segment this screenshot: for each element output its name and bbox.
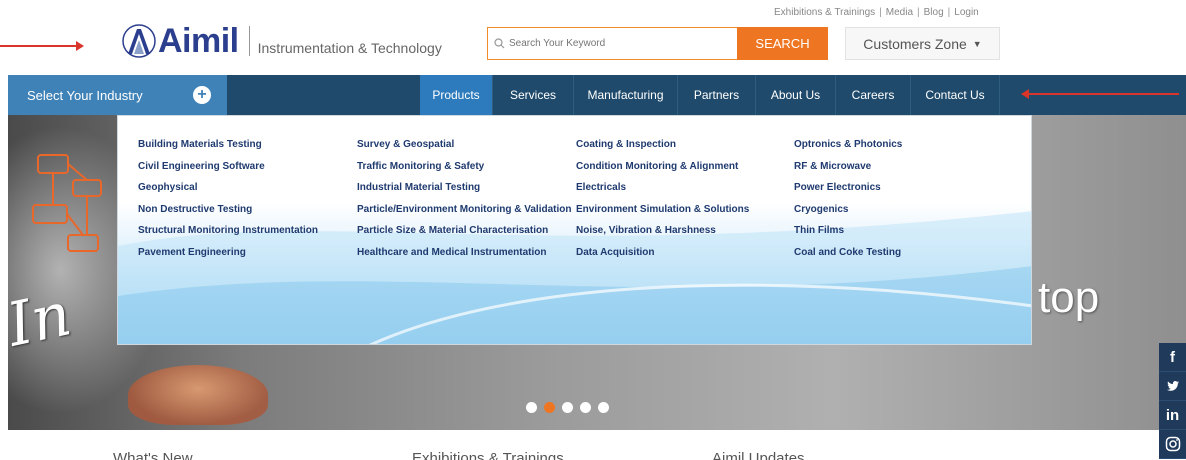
customers-zone-dropdown[interactable]: Customers Zone ▼ <box>845 27 1000 60</box>
search-bar: SEARCH <box>487 27 828 60</box>
top-links: Exhibitions & Trainings | Media | Blog | Login <box>774 7 979 18</box>
exhibitions-link[interactable]: Exhibitions & Trainings <box>774 7 875 18</box>
plus-icon[interactable]: + <box>193 86 211 104</box>
menu-item[interactable]: Environment Simulation & Solutions <box>576 204 749 226</box>
nav-about-us[interactable]: About Us <box>756 75 836 115</box>
red-arrow-annotation <box>1021 89 1179 99</box>
menu-item[interactable]: Optronics & Photonics <box>794 139 902 161</box>
slider-dot[interactable] <box>580 402 591 413</box>
separator: | <box>879 7 882 18</box>
menu-item[interactable]: Healthcare and Medical Instrumentation <box>357 247 571 269</box>
nav-partners[interactable]: Partners <box>678 75 756 115</box>
nav-products[interactable]: Products <box>420 75 493 115</box>
aimil-updates-heading: Aimil Updates <box>712 450 805 460</box>
menu-item[interactable]: RF & Microwave <box>794 161 902 183</box>
menu-item[interactable]: Noise, Vibration & Harshness <box>576 225 749 247</box>
menu-item[interactable]: Particle/Environment Monitoring & Valida… <box>357 204 571 226</box>
whats-new-heading: What's New <box>113 450 193 460</box>
logo-wordmark: Aimil <box>158 22 239 60</box>
menu-item[interactable]: Coating & Inspection <box>576 139 749 161</box>
select-industry-button[interactable]: Select Your Industry + <box>8 75 227 115</box>
linkedin-icon[interactable]: in <box>1159 401 1186 430</box>
menu-item[interactable]: Condition Monitoring & Alignment <box>576 161 749 183</box>
menu-item[interactable]: Structural Monitoring Instrumentation <box>138 225 318 247</box>
social-sidebar: f in <box>1159 343 1186 459</box>
menu-item[interactable]: Power Electronics <box>794 182 902 204</box>
menu-item[interactable]: Particle Size & Material Characterisatio… <box>357 225 571 247</box>
slider-dot[interactable] <box>544 402 555 413</box>
products-mega-menu: Building Materials Testing Civil Enginee… <box>117 115 1032 345</box>
menu-column-1: Building Materials Testing Civil Enginee… <box>138 139 318 269</box>
menu-item[interactable]: Pavement Engineering <box>138 247 318 269</box>
nav-careers[interactable]: Careers <box>836 75 911 115</box>
hero-circuit-graphic <box>32 154 102 252</box>
menu-column-2: Survey & Geospatial Traffic Monitoring &… <box>357 139 571 269</box>
hero-hand-graphic <box>128 365 268 425</box>
blog-link[interactable]: Blog <box>924 7 944 18</box>
menu-item[interactable]: Survey & Geospatial <box>357 139 571 161</box>
nav-services[interactable]: Services <box>493 75 574 115</box>
nav-manufacturing[interactable]: Manufacturing <box>574 75 678 115</box>
menu-item[interactable]: Geophysical <box>138 182 318 204</box>
menu-item[interactable]: Electricals <box>576 182 749 204</box>
hero-headline-fragment: top <box>1038 273 1100 322</box>
search-input[interactable] <box>509 38 729 49</box>
menu-column-3: Coating & Inspection Condition Monitorin… <box>576 139 749 269</box>
menu-item[interactable]: Civil Engineering Software <box>138 161 318 183</box>
aimil-logo-icon <box>122 24 156 58</box>
menu-item[interactable]: Data Acquisition <box>576 247 749 269</box>
instagram-icon[interactable] <box>1159 430 1186 459</box>
slider-dots <box>526 402 609 413</box>
menu-item[interactable]: Cryogenics <box>794 204 902 226</box>
search-box <box>487 27 737 60</box>
exhibitions-heading: Exhibitions & Trainings <box>412 450 564 460</box>
slider-dot[interactable] <box>598 402 609 413</box>
search-button[interactable]: SEARCH <box>737 27 828 60</box>
login-link[interactable]: Login <box>954 7 978 18</box>
menu-item[interactable]: Thin Films <box>794 225 902 247</box>
logo-divider <box>248 26 250 56</box>
select-industry-label: Select Your Industry <box>27 87 143 103</box>
menu-item[interactable]: Industrial Material Testing <box>357 182 571 204</box>
menu-item[interactable]: Non Destructive Testing <box>138 204 318 226</box>
nav-contact-us[interactable]: Contact Us <box>911 75 1000 115</box>
slider-dot[interactable] <box>526 402 537 413</box>
separator: | <box>947 7 951 18</box>
menu-item[interactable]: Building Materials Testing <box>138 139 318 161</box>
menu-item[interactable]: Traffic Monitoring & Safety <box>357 161 571 183</box>
separator: | <box>917 7 920 18</box>
facebook-icon[interactable]: f <box>1159 343 1186 372</box>
slider-dot[interactable] <box>562 402 573 413</box>
red-arrow-annotation <box>0 41 84 51</box>
menu-item[interactable]: Coal and Coke Testing <box>794 247 902 269</box>
media-link[interactable]: Media <box>886 7 913 18</box>
caret-down-icon: ▼ <box>972 38 982 49</box>
logo[interactable]: Aimil Instrumentation & Technology <box>122 24 442 58</box>
menu-column-4: Optronics & Photonics RF & Microwave Pow… <box>794 139 902 269</box>
customers-zone-label: Customers Zone <box>863 35 967 52</box>
logo-tagline: Instrumentation & Technology <box>257 40 442 56</box>
search-icon <box>494 38 505 49</box>
twitter-icon[interactable] <box>1159 372 1186 401</box>
